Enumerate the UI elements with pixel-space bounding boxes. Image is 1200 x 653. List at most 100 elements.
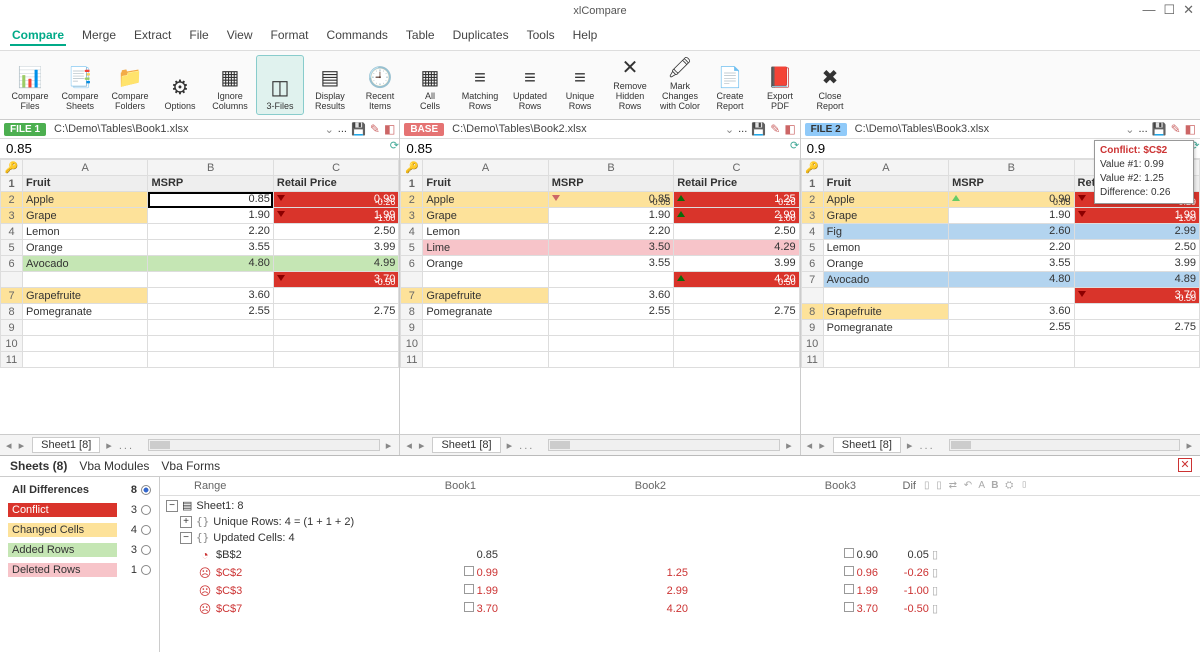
tab-nav-icon[interactable]: ▸ ... — [507, 439, 535, 452]
file-path[interactable]: C:\Demo\Tables\Book1.xlsx — [50, 122, 321, 136]
cell[interactable]: 0.99-0.26 — [273, 192, 398, 208]
table-row[interactable]: 9Pomegranate2.552.75 — [801, 320, 1199, 336]
table-row[interactable]: 8Pomegranate2.552.75 — [401, 304, 799, 320]
menu-help[interactable]: Help — [571, 26, 600, 46]
cell[interactable]: 2.991.00 — [674, 208, 799, 224]
checkbox-icon[interactable] — [844, 602, 854, 612]
collapse-icon[interactable]: − — [180, 532, 192, 544]
cell[interactable]: 1.90 — [949, 208, 1074, 224]
tab-nav-icon[interactable]: ▸ ... — [907, 439, 935, 452]
file-path[interactable]: C:\Demo\Tables\Book3.xlsx — [851, 122, 1122, 136]
row-num[interactable]: 2 — [1, 192, 23, 208]
cell[interactable]: Apple — [423, 192, 548, 208]
cell[interactable]: Orange — [423, 256, 548, 272]
row-num[interactable]: 11 — [801, 352, 823, 368]
table-row[interactable]: 10 — [801, 336, 1199, 352]
row-num[interactable]: 10 — [401, 336, 423, 352]
table-row[interactable]: 4Lemon2.202.50 — [401, 224, 799, 240]
cell[interactable]: Avocado — [23, 256, 148, 272]
cell[interactable]: 2.20 — [949, 240, 1074, 256]
menu-merge[interactable]: Merge — [80, 26, 118, 46]
row-header[interactable]: 1 — [801, 176, 823, 192]
header-cell[interactable]: MSRP — [148, 176, 273, 192]
cell[interactable]: 2.20 — [548, 224, 673, 240]
ribbon-close-report[interactable]: ✖CloseReport — [806, 55, 854, 115]
cell[interactable] — [423, 320, 548, 336]
cell[interactable] — [823, 288, 948, 304]
menu-commands[interactable]: Commands — [325, 26, 390, 46]
cell[interactable] — [148, 336, 273, 352]
cell[interactable]: 3.60 — [548, 288, 673, 304]
ribbon-remove-hidden-rows[interactable]: ✕RemoveHidden Rows — [606, 55, 654, 115]
tab-nav-icon[interactable]: ◂ ▸ — [406, 439, 426, 452]
dropdown-icon[interactable]: ⌄ — [1125, 123, 1134, 136]
sheet-tab[interactable]: Sheet1 [8] — [32, 437, 100, 453]
menu-duplicates[interactable]: Duplicates — [451, 26, 511, 46]
menu-extract[interactable]: Extract — [132, 26, 173, 46]
cell[interactable]: 2.75 — [1074, 320, 1199, 336]
row-num[interactable]: 5 — [801, 240, 823, 256]
more-icon[interactable]: ... — [1138, 123, 1147, 135]
cell[interactable]: 1.250.26 — [674, 192, 799, 208]
row-num[interactable]: 8 — [401, 304, 423, 320]
cell[interactable] — [949, 352, 1074, 368]
filter-changed-cells[interactable]: Changed Cells4 — [4, 521, 155, 539]
cell[interactable]: 0.85 — [148, 192, 273, 208]
cell[interactable]: Grape — [423, 208, 548, 224]
row-num[interactable]: 4 — [401, 224, 423, 240]
cell[interactable]: Grapefruite — [823, 304, 948, 320]
cell[interactable] — [23, 336, 148, 352]
radio-icon[interactable] — [141, 525, 151, 535]
row-num[interactable]: 7 — [1, 288, 23, 304]
checkbox-icon[interactable] — [464, 566, 474, 576]
cell[interactable]: 2.75 — [674, 304, 799, 320]
cell[interactable] — [548, 320, 673, 336]
cell[interactable]: Grape — [823, 208, 948, 224]
table-row[interactable]: 2Apple0.850.99-0.26 — [1, 192, 399, 208]
cell[interactable]: 3.99 — [674, 256, 799, 272]
table-row[interactable]: 9 — [1, 320, 399, 336]
row-num[interactable] — [1, 272, 23, 288]
cell[interactable]: 4.80 — [148, 256, 273, 272]
radio-icon[interactable] — [141, 505, 151, 515]
row-num[interactable]: 5 — [401, 240, 423, 256]
cell[interactable] — [148, 272, 273, 288]
cell[interactable]: 2.55 — [148, 304, 273, 320]
table-row[interactable]: 8Grapefruite3.60 — [801, 304, 1199, 320]
scroll-right-icon[interactable]: ▸ — [1186, 439, 1194, 452]
cell[interactable]: 3.70-0.50 — [1074, 288, 1199, 304]
ribbon-3-files[interactable]: ◫3-Files — [256, 55, 304, 115]
row-num[interactable]: 2 — [801, 192, 823, 208]
cell[interactable]: 0.85-0.05 — [548, 192, 673, 208]
edit-icon[interactable]: ✎ — [1171, 122, 1181, 136]
cell[interactable]: 2.50 — [674, 224, 799, 240]
edit-icon[interactable]: ✎ — [770, 122, 780, 136]
ribbon-ignore-columns[interactable]: ▦IgnoreColumns — [206, 55, 254, 115]
cell[interactable]: Pomegranate — [423, 304, 548, 320]
formula-input[interactable] — [400, 139, 789, 158]
table-row[interactable]: 6Avocado4.804.99 — [1, 256, 399, 272]
maximize-icon[interactable]: ☐ — [1163, 2, 1175, 18]
col-A[interactable]: A — [823, 160, 948, 176]
checkbox-icon[interactable] — [844, 584, 854, 594]
scroll-right-icon[interactable]: ▸ — [386, 439, 394, 452]
header-cell[interactable]: MSRP — [949, 176, 1074, 192]
table-row[interactable]: 10 — [401, 336, 799, 352]
tree-updated[interactable]: Updated Cells: 4 — [213, 530, 294, 546]
cell[interactable] — [548, 336, 673, 352]
cell[interactable]: Lemon — [23, 224, 148, 240]
cell[interactable]: 3.60 — [148, 288, 273, 304]
refresh-icon[interactable]: ⟳ — [790, 139, 800, 158]
row-num[interactable]: 9 — [1, 320, 23, 336]
checkbox-icon[interactable] — [844, 566, 854, 576]
header-cell[interactable]: Retail Price — [273, 176, 398, 192]
row-num[interactable]: 10 — [1, 336, 23, 352]
cell[interactable] — [548, 352, 673, 368]
edit-icon[interactable]: ✎ — [370, 122, 380, 136]
formula-input[interactable] — [0, 139, 389, 158]
radio-icon[interactable] — [141, 485, 151, 495]
ribbon-matching-rows[interactable]: ≡MatchingRows — [456, 55, 504, 115]
table-row[interactable]: 6Orange3.553.99 — [401, 256, 799, 272]
filter-conflict[interactable]: Conflict3 — [4, 501, 155, 519]
tab-nav-icon[interactable]: ◂ ▸ — [6, 439, 26, 452]
